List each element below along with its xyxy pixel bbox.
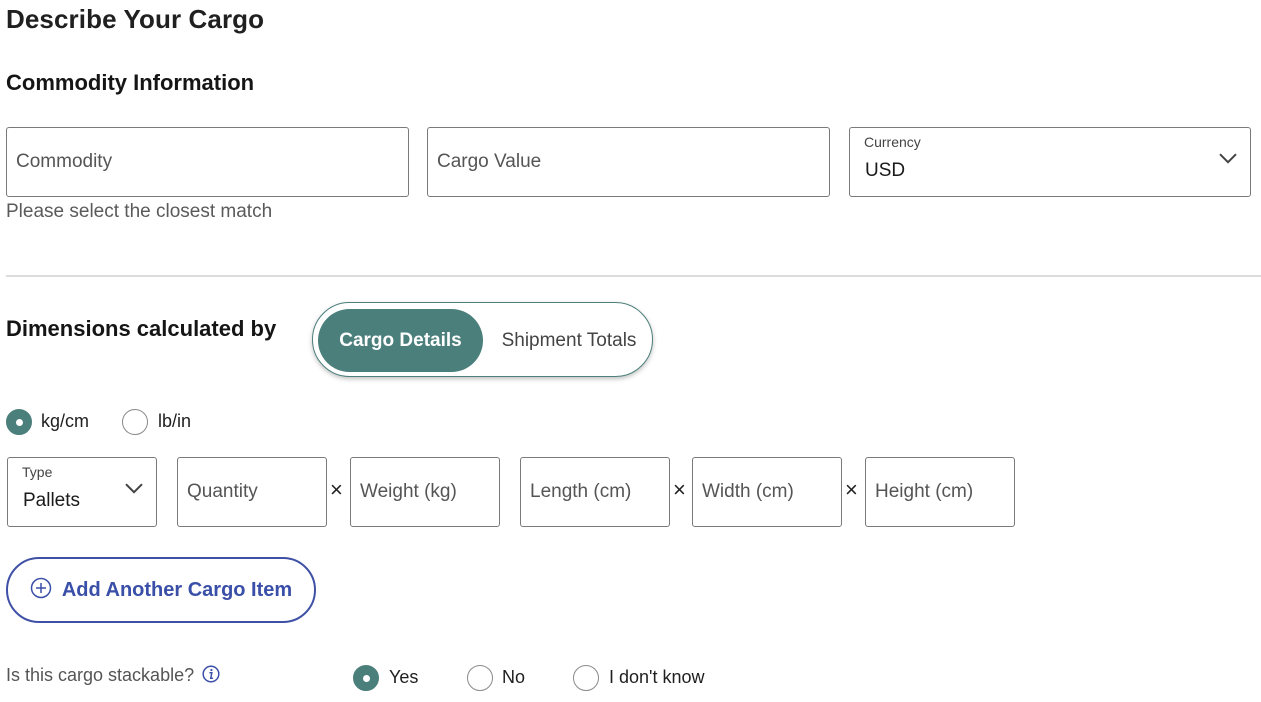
times-icon: × [845, 477, 858, 502]
unit-label-kg-cm: kg/cm [41, 411, 90, 431]
cargo-type-label: Type [22, 464, 53, 480]
dimensions-mode-toggle: Cargo Details Shipment Totals [312, 302, 653, 377]
cargo-type-select[interactable]: Type Pallets [7, 457, 157, 527]
add-cargo-item-label: Add Another Cargo Item [61, 578, 293, 601]
weight-placeholder: Weight (kg) [360, 481, 457, 502]
stackable-question: Is this cargo stackable? [6, 665, 220, 688]
stackable-label-no: No [502, 667, 526, 687]
section-divider [6, 275, 1261, 277]
toggle-shipment-totals[interactable]: Shipment Totals [489, 309, 649, 372]
info-icon[interactable] [202, 665, 220, 688]
cargo-type-value: Pallets [23, 490, 81, 511]
stackable-radio-yes[interactable] [353, 665, 379, 691]
stackable-radio-dont-know[interactable] [573, 665, 599, 691]
commodity-placeholder: Commodity [16, 151, 113, 172]
plus-circle-icon [30, 577, 52, 604]
width-input[interactable]: Width (cm) [692, 457, 842, 527]
commodity-section-heading: Commodity Information [6, 70, 255, 95]
toggle-cargo-details[interactable]: Cargo Details [318, 309, 483, 372]
stackable-label-yes: Yes [389, 667, 419, 687]
height-input[interactable]: Height (cm) [865, 457, 1015, 527]
times-icon: × [330, 477, 343, 502]
unit-radio-kg-cm[interactable] [6, 409, 32, 435]
width-placeholder: Width (cm) [702, 481, 794, 502]
unit-radio-lb-in[interactable] [122, 409, 148, 435]
times-icon: × [673, 477, 686, 502]
stackable-radio-no[interactable] [467, 665, 493, 691]
height-placeholder: Height (cm) [875, 481, 974, 502]
currency-select[interactable]: Currency USD [849, 127, 1251, 197]
cargo-value-input[interactable]: Cargo Value [427, 127, 830, 197]
page-title: Describe Your Cargo [6, 4, 265, 34]
add-cargo-item-button[interactable]: Add Another Cargo Item [6, 557, 316, 623]
commodity-helper-text: Please select the closest match [6, 201, 273, 222]
currency-value: USD [865, 160, 906, 181]
quantity-input[interactable]: Quantity [177, 457, 327, 527]
quantity-placeholder: Quantity [187, 481, 258, 502]
stackable-label-dont-know: I don't know [609, 667, 705, 687]
length-placeholder: Length (cm) [530, 481, 632, 502]
length-input[interactable]: Length (cm) [520, 457, 670, 527]
dimensions-heading: Dimensions calculated by [6, 316, 277, 341]
commodity-input[interactable]: Commodity [6, 127, 409, 197]
chevron-down-icon [1218, 151, 1238, 169]
cargo-value-placeholder: Cargo Value [437, 151, 542, 172]
weight-input[interactable]: Weight (kg) [350, 457, 500, 527]
unit-label-lb-in: lb/in [158, 411, 192, 431]
stackable-question-text: Is this cargo stackable? [6, 665, 195, 685]
chevron-down-icon [124, 481, 144, 499]
currency-label: Currency [864, 134, 921, 150]
